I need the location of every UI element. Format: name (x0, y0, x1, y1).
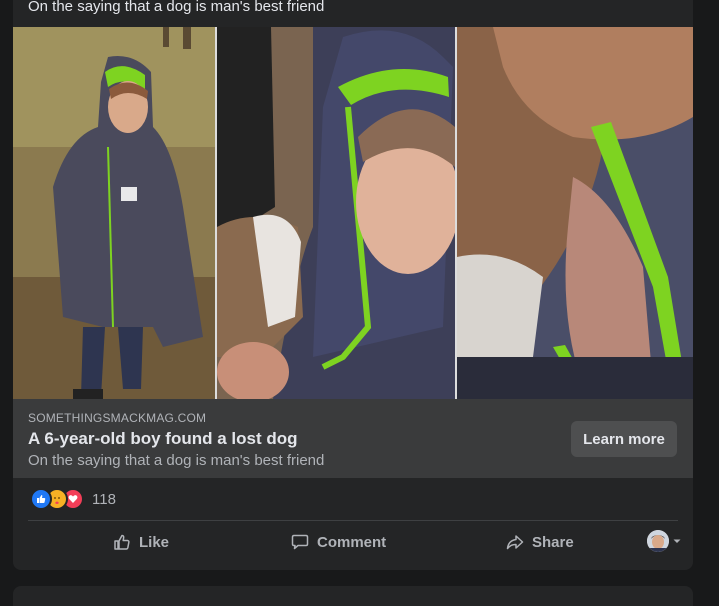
photo-collage (13, 27, 693, 399)
link-domain: SOMETHINGSMACKMAG.COM (28, 411, 207, 425)
share-button[interactable]: Share (506, 525, 574, 559)
link-subtitle: On the saying that a dog is man's best f… (28, 452, 325, 469)
action-divider (28, 520, 678, 521)
chevron-down-icon (673, 539, 681, 543)
comment-button[interactable]: Comment (291, 525, 386, 559)
previous-link-subtitle: On the saying that a dog is man's best f… (28, 0, 325, 15)
thumbs-up-icon (114, 534, 130, 550)
reaction-count: 118 (92, 490, 116, 508)
comment-label: Comment (317, 533, 387, 551)
post-image[interactable] (13, 27, 693, 399)
photo-panel-closeup (457, 27, 693, 399)
post-card: On the saying that a dog is man's best f… (13, 0, 693, 570)
learn-more-button[interactable]: Learn more (571, 421, 677, 457)
link-headline[interactable]: A 6-year-old boy found a lost dog (28, 429, 298, 449)
reaction-as-selector[interactable] (647, 530, 682, 552)
next-post-card (13, 586, 693, 606)
photo-panel-hug (217, 27, 460, 399)
photo-panel-boy (13, 27, 215, 399)
post-actions: Like Comment Share (28, 525, 681, 559)
like-button[interactable]: Like (113, 525, 169, 559)
link-preview[interactable]: SOMETHINGSMACKMAG.COM A 6-year-old boy f… (13, 399, 693, 478)
comment-bubble-icon (291, 534, 309, 550)
reactions-summary[interactable]: 118 (30, 488, 116, 510)
share-arrow-icon (506, 535, 524, 550)
like-label: Like (139, 533, 170, 551)
like-reaction-icon (30, 488, 52, 510)
share-label: Share (532, 533, 574, 551)
avatar (647, 530, 669, 552)
